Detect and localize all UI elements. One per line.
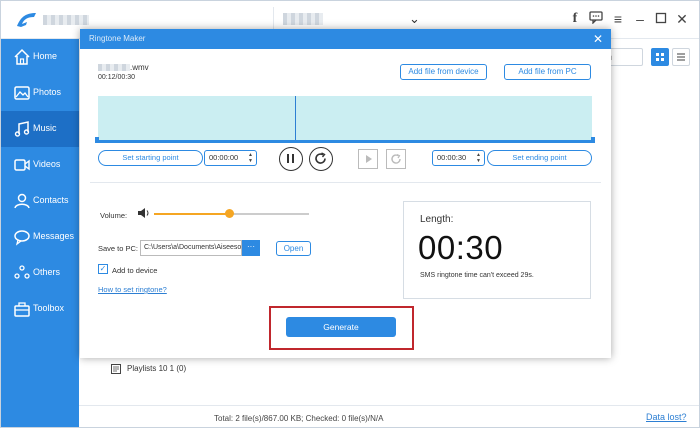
data-lost-link[interactable]: Data lost? [646,412,687,422]
others-icon [14,265,30,279]
dialog-header: Ringtone Maker ✕ [80,29,611,49]
playlist-icon [111,364,121,374]
open-button[interactable]: Open [276,241,311,256]
volume-slider-fill [154,213,230,215]
play-segment-button[interactable] [358,149,378,169]
sidebar: Home Photos Music Videos Contacts Messag… [1,39,79,427]
replay-icon [315,152,326,164]
menu-icon[interactable]: ≡ [609,10,627,28]
minimize-icon[interactable]: – [631,10,649,28]
playhead[interactable] [295,96,296,140]
sidebar-item-toolbox[interactable]: Toolbox [1,291,79,327]
music-icon [14,121,30,137]
home-icon [14,48,30,65]
browse-button[interactable]: ··· [242,240,260,256]
app-name-blurred [43,15,89,25]
sidebar-item-others[interactable]: Others [1,255,79,291]
sidebar-item-messages[interactable]: Messages [1,219,79,255]
add-file-from-pc-button[interactable]: Add file from PC [504,64,591,80]
add-file-from-device-button[interactable]: Add file from device [400,64,487,80]
sidebar-item-home[interactable]: Home [1,39,79,75]
waveform-area[interactable] [98,96,592,140]
sidebar-item-label: Others [33,267,61,277]
add-to-device-checkbox[interactable]: ✓ [98,264,108,274]
close-icon[interactable]: ✕ [673,10,691,28]
sidebar-item-videos[interactable]: Videos [1,147,79,183]
file-duration: 00:12/00:30 [98,74,135,81]
contacts-icon [14,193,30,209]
sidebar-item-label: Home [33,51,58,61]
replay-segment-icon [391,153,401,164]
length-note: SMS ringtone time can't exceed 29s. [420,272,534,279]
maximize-icon[interactable] [652,10,670,28]
save-path-field[interactable]: C:\Users\a\Documents\Aiseesoft [140,240,242,256]
app-logo-icon [17,13,36,27]
dialog-close-icon[interactable]: ✕ [593,32,603,46]
sidebar-item-music[interactable]: Music [1,111,79,147]
toolbox-icon [14,302,30,317]
pause-button[interactable] [279,147,303,171]
save-to-pc-label: Save to PC: [98,244,139,253]
feedback-icon[interactable] [587,10,605,28]
sidebar-item-label: Photos [33,87,62,97]
playlist-item[interactable]: Playlists 10 1 (0) [111,364,186,374]
start-time-value: 00:00:00 [209,153,239,162]
generate-highlight-box [269,306,414,350]
grid-view-button[interactable] [651,48,669,66]
title-divider [273,7,274,31]
facebook-icon[interactable]: f [566,10,584,28]
sidebar-item-label: Contacts [33,195,69,205]
grid-view-icon [656,53,664,61]
replay-button[interactable] [309,147,333,171]
start-handle[interactable] [95,137,99,143]
status-bar: Total: 2 file(s)/867.00 KB; Checked: 0 f… [79,405,699,427]
total-files-text: Total: 2 file(s)/867.00 KB; Checked: 0 f… [214,414,384,423]
start-time-field[interactable]: 00:00:00 ▲ ▼ [204,150,257,166]
end-time-value: 00:00:30 [437,153,467,162]
device-chevron-down-icon[interactable]: ⌄ [409,11,420,27]
sidebar-item-photos[interactable]: Photos [1,75,79,111]
start-time-stepper-icon[interactable]: ▲ ▼ [248,152,253,164]
volume-label: Volume: [100,211,128,220]
how-to-set-ringtone-link[interactable]: How to set ringtone? [98,285,167,294]
end-time-field[interactable]: 00:00:30 ▲ ▼ [432,150,485,166]
sidebar-item-label: Videos [33,159,61,169]
set-starting-point-button[interactable]: Set starting point [98,150,203,166]
add-to-device-label[interactable]: Add to device [112,266,157,275]
list-view-icon [677,53,685,61]
file-extension: .wmv [130,63,149,72]
file-name: .wmv [98,63,149,72]
sidebar-item-label: Music [33,123,57,133]
pause-icon [287,154,294,163]
file-name-blurred [98,64,130,72]
dialog-title: Ringtone Maker [89,34,146,43]
length-title: Length: [420,214,454,225]
app-window: ⌄ f ≡ – ✕ Home Photos Music Videos Conta… [0,0,700,428]
trim-bar [96,140,592,143]
end-handle[interactable] [591,137,595,143]
volume-icon[interactable] [137,206,151,220]
list-view-button[interactable] [672,48,690,66]
length-value: 00:30 [418,229,504,266]
sidebar-item-label: Toolbox [33,303,65,313]
replay-segment-button[interactable] [386,149,406,169]
messages-icon [14,230,30,246]
play-segment-icon [366,155,372,163]
photo-icon [14,86,30,100]
volume-slider-handle[interactable] [225,209,235,218]
section-divider [90,182,601,183]
video-icon [14,159,30,171]
set-ending-point-button[interactable]: Set ending point [487,150,592,166]
sidebar-item-label: Messages [33,231,75,241]
sidebar-item-contacts[interactable]: Contacts [1,183,79,219]
device-name-blurred[interactable] [283,13,323,25]
playlist-label: Playlists 10 1 (0) [127,364,187,374]
length-panel: Length: 00:30 SMS ringtone time can't ex… [403,201,591,299]
end-time-stepper-icon[interactable]: ▲ ▼ [476,152,481,164]
